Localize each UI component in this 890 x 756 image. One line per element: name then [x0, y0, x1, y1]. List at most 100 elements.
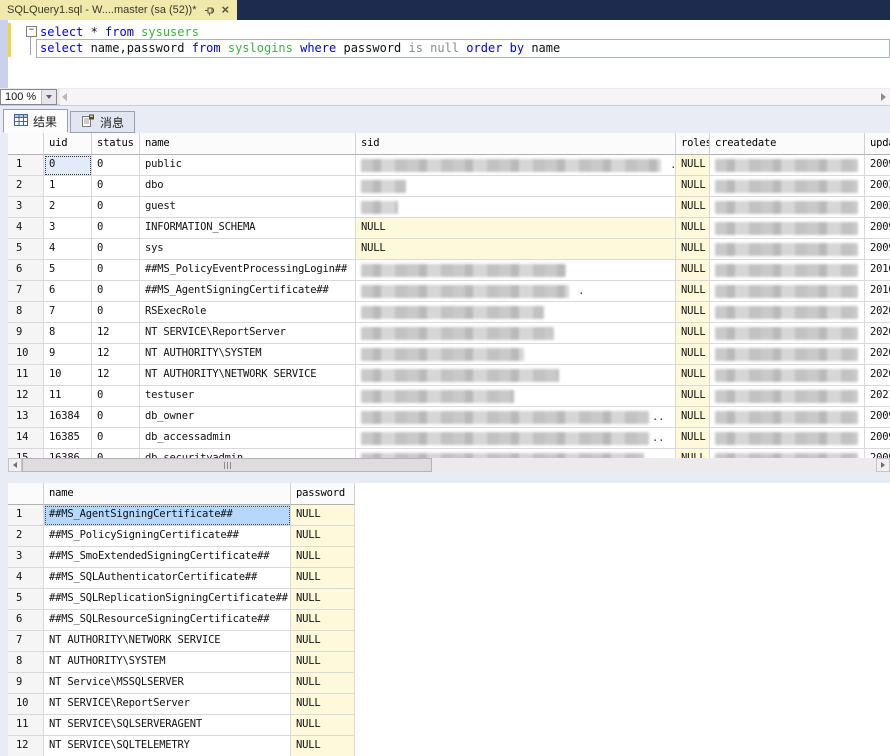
cell-roles[interactable]: NULL [676, 365, 710, 386]
cell-roles[interactable]: NULL [676, 260, 710, 281]
cell-roles[interactable]: NULL [676, 302, 710, 323]
grid1-horizontal-scrollbar[interactable] [8, 458, 890, 472]
cell-upd[interactable]: 2020 [865, 302, 890, 323]
column-header-roles[interactable]: roles [676, 133, 710, 155]
scroll-right-icon[interactable] [876, 458, 890, 472]
scroll-left-icon[interactable] [8, 458, 22, 472]
scroll-left-icon[interactable] [62, 93, 67, 101]
cell-uid[interactable]: 8 [44, 323, 92, 344]
row-header[interactable]: 11 [8, 715, 44, 736]
row-header[interactable]: 10 [8, 694, 44, 715]
cell-uid[interactable]: 7 [44, 302, 92, 323]
cell-status[interactable]: 0 [92, 218, 140, 239]
row-header[interactable]: 7 [8, 631, 44, 652]
cell-password[interactable]: NULL [291, 610, 355, 631]
row-header[interactable]: 8 [8, 652, 44, 673]
cell-sid[interactable]: . [356, 281, 676, 302]
cell-upd[interactable]: 2009 [865, 428, 890, 449]
cell-status[interactable]: 0 [92, 239, 140, 260]
cell-createdate[interactable] [710, 449, 865, 458]
cell-createdate[interactable] [710, 407, 865, 428]
column-header-createdate[interactable]: createdate [710, 133, 865, 155]
row-header[interactable]: 3 [8, 547, 44, 568]
chevron-down-icon[interactable] [41, 90, 56, 104]
cell-name[interactable]: dbo [140, 176, 356, 197]
cell-name[interactable]: NT Service\MSSQLSERVER [44, 673, 291, 694]
cell-name[interactable]: ##MS_PolicySigningCertificate## [44, 526, 291, 547]
cell-uid[interactable]: 16384 [44, 407, 92, 428]
cell-status[interactable]: 12 [92, 344, 140, 365]
cell-upd[interactable]: 2003 [865, 176, 890, 197]
cell-password[interactable]: NULL [291, 526, 355, 547]
row-header[interactable]: 12 [8, 736, 44, 756]
cell-status[interactable]: 0 [92, 155, 140, 176]
scrollbar-thumb[interactable] [22, 458, 432, 472]
cell-upd[interactable]: 2016 [865, 281, 890, 302]
cell-upd[interactable]: 2021 [865, 386, 890, 407]
cell-createdate[interactable] [710, 176, 865, 197]
cell-name[interactable]: ##MS_SmoExtendedSigningCertificate## [44, 547, 291, 568]
cell-uid[interactable]: 2 [44, 197, 92, 218]
cell-name[interactable]: NT AUTHORITY\NETWORK SERVICE [140, 365, 356, 386]
cell-name[interactable]: testuser [140, 386, 356, 407]
cell-status[interactable]: 0 [92, 449, 140, 458]
cell-createdate[interactable] [710, 155, 865, 176]
cell-sid[interactable] [356, 197, 676, 218]
cell-roles[interactable]: NULL [676, 323, 710, 344]
row-header[interactable]: 1 [8, 155, 44, 176]
cell-roles[interactable]: NULL [676, 428, 710, 449]
cell-roles[interactable]: NULL [676, 218, 710, 239]
row-header[interactable]: 10 [8, 344, 44, 365]
cell-upd[interactable]: 2016 [865, 260, 890, 281]
cell-createdate[interactable] [710, 344, 865, 365]
row-header[interactable]: 9 [8, 323, 44, 344]
cell-roles[interactable]: NULL [676, 155, 710, 176]
cell-uid[interactable]: 11 [44, 386, 92, 407]
column-header-name[interactable]: name [44, 483, 291, 505]
row-header[interactable]: 2 [8, 526, 44, 547]
cell-upd[interactable]: 2009 [865, 407, 890, 428]
cell-roles[interactable]: NULL [676, 344, 710, 365]
row-header[interactable]: 14 [8, 428, 44, 449]
cell-createdate[interactable] [710, 281, 865, 302]
cell-createdate[interactable] [710, 260, 865, 281]
cell-upd[interactable]: 2020 [865, 344, 890, 365]
cell-name[interactable]: NT SERVICE\SQLSERVERAGENT [44, 715, 291, 736]
cell-status[interactable]: 12 [92, 323, 140, 344]
cell-name[interactable]: NT SERVICE\ReportServer [140, 323, 356, 344]
zoom-select[interactable]: 100 % [0, 89, 57, 105]
cell-uid[interactable]: 9 [44, 344, 92, 365]
column-header-sid[interactable]: sid [356, 133, 676, 155]
cell-createdate[interactable] [710, 428, 865, 449]
cell-roles[interactable]: NULL [676, 239, 710, 260]
cell-uid[interactable]: 10 [44, 365, 92, 386]
cell-sid[interactable]: .. [356, 407, 676, 428]
cell-upd[interactable]: 2009 [865, 155, 890, 176]
cell-status[interactable]: 0 [92, 176, 140, 197]
cell-name[interactable]: db_securityadmin [140, 449, 356, 458]
cell-password[interactable]: NULL [291, 715, 355, 736]
cell-status[interactable]: 0 [92, 386, 140, 407]
column-header-status[interactable]: status [92, 133, 140, 155]
cell-name[interactable]: db_accessadmin [140, 428, 356, 449]
cell-password[interactable]: NULL [291, 568, 355, 589]
cell-upd[interactable]: 2009 [865, 239, 890, 260]
cell-status[interactable]: 0 [92, 428, 140, 449]
cell-password[interactable]: NULL [291, 736, 355, 756]
cell-name[interactable]: ##MS_SQLResourceSigningCertificate## [44, 610, 291, 631]
row-header[interactable]: 3 [8, 197, 44, 218]
row-header[interactable]: 15 [8, 449, 44, 458]
row-header[interactable]: 9 [8, 673, 44, 694]
row-header[interactable]: 7 [8, 281, 44, 302]
cell-name[interactable]: NT AUTHORITY\NETWORK SERVICE [44, 631, 291, 652]
column-header-rownum[interactable] [8, 483, 44, 505]
cell-roles[interactable]: NULL [676, 407, 710, 428]
editor-horizontal-scrollbar[interactable] [60, 89, 890, 105]
cell-name[interactable]: NT SERVICE\SQLTELEMETRY [44, 736, 291, 756]
cell-createdate[interactable] [710, 218, 865, 239]
cell-sid[interactable] [356, 323, 676, 344]
cell-upd[interactable]: 2003 [865, 197, 890, 218]
cell-roles[interactable]: NULL [676, 449, 710, 458]
column-header-upd[interactable]: upda [865, 133, 890, 155]
cell-name[interactable]: INFORMATION_SCHEMA [140, 218, 356, 239]
